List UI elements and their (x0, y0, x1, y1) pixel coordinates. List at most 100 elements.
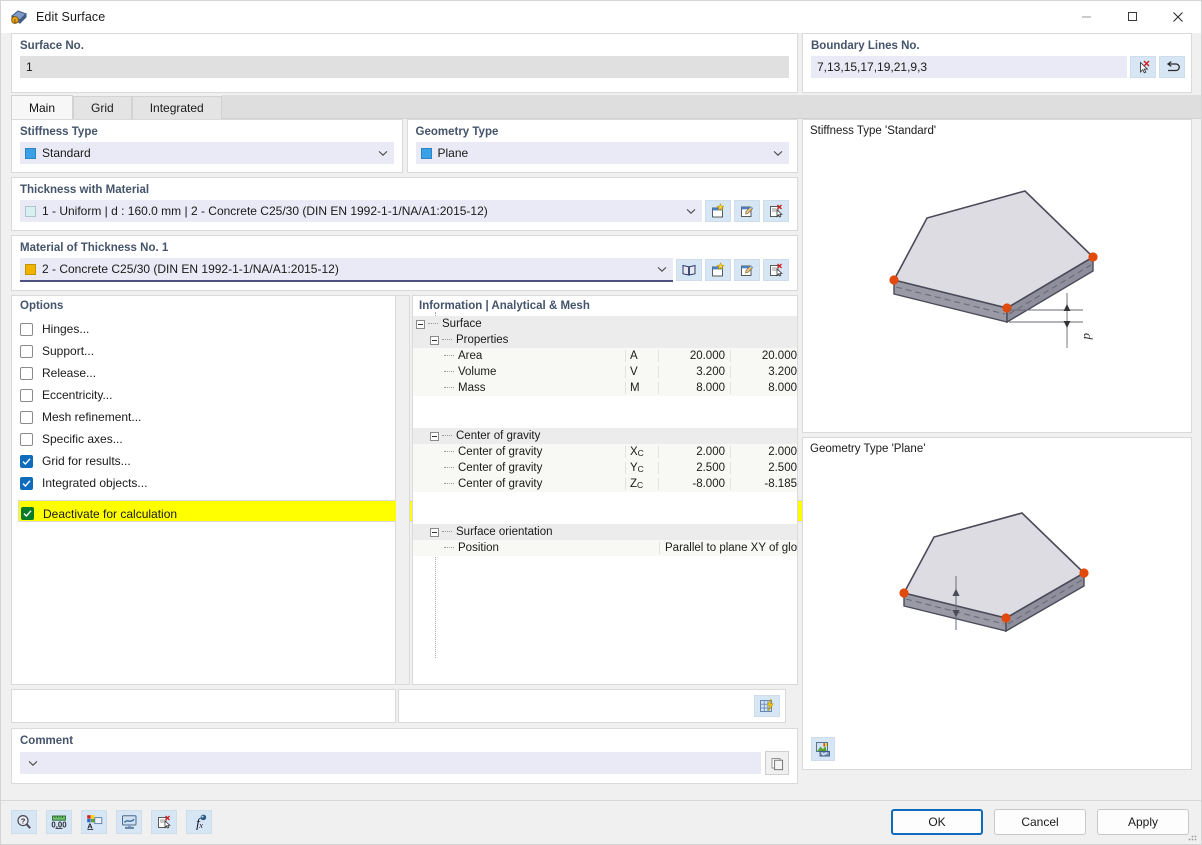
svg-text:x: x (198, 820, 203, 830)
geometry-type-select[interactable]: Plane (415, 142, 789, 164)
geometry-type-swatch (420, 147, 432, 159)
new-page-star-icon[interactable] (705, 200, 731, 222)
return-arrow-icon[interactable] (1159, 56, 1185, 78)
row-analytical: 2.000 (658, 446, 730, 458)
bottom-bar: ? 0,00 A f x OK Cancel Apply (1, 800, 1201, 844)
options-label: Options (20, 300, 64, 312)
checkbox[interactable] (20, 432, 33, 446)
comment-input[interactable] (20, 752, 761, 774)
tab-integrated[interactable]: Integrated (131, 96, 222, 119)
help-magnifier-icon[interactable]: ? (11, 810, 37, 834)
maximize-button[interactable] (1109, 1, 1155, 32)
apply-button-label: Apply (1127, 815, 1159, 829)
option-hinges[interactable]: Hinges... (20, 318, 387, 340)
tab-grid-label: Grid (91, 101, 114, 115)
collapse-icon[interactable] (430, 527, 439, 537)
book-icon[interactable] (676, 259, 702, 281)
surface-no-input[interactable] (20, 56, 789, 78)
units-ruler-icon[interactable]: 0,00 (46, 810, 72, 834)
options-footer-box (11, 689, 396, 723)
tree-dots (428, 323, 438, 325)
thickness-with-material-label: Thickness with Material (20, 184, 150, 196)
row-label: Area (458, 350, 483, 362)
checkbox[interactable] (20, 344, 33, 358)
checkbox[interactable] (20, 476, 33, 490)
information-footer-box (398, 689, 786, 723)
ok-button[interactable]: OK (891, 809, 983, 835)
option-support[interactable]: Support... (20, 340, 387, 362)
delete-page-icon[interactable] (763, 200, 789, 222)
chevron-down-icon (684, 208, 698, 215)
thickness-swatch (25, 205, 36, 217)
chevron-down-icon (376, 150, 390, 157)
row-label: Position (458, 542, 499, 554)
checkbox[interactable] (20, 388, 33, 402)
option-grid-for-results[interactable]: Grid for results... (20, 450, 387, 472)
dialog-body: Stiffness Type Standard Geometry Type Pl… (11, 119, 1201, 784)
delete-page-icon[interactable] (763, 259, 789, 281)
collapse-icon[interactable] (416, 319, 425, 329)
stiffness-preview-title: Stiffness Type 'Standard' (810, 125, 937, 137)
checkbox[interactable] (20, 410, 33, 424)
geometry-preview-graphic (899, 512, 1089, 633)
tab-main[interactable]: Main (11, 95, 74, 119)
grid-lightning-icon[interactable] (754, 695, 780, 717)
tree-node-surface[interactable]: Surface (413, 316, 797, 332)
collapse-icon[interactable] (430, 335, 439, 345)
copy-pages-icon[interactable] (765, 751, 789, 775)
stiffness-type-select[interactable]: Standard (20, 142, 394, 164)
option-eccentricity[interactable]: Eccentricity... (20, 384, 387, 406)
option-label: Support... (42, 344, 95, 358)
window-title: Edit Surface (36, 9, 106, 24)
tree-node-properties[interactable]: Properties (413, 332, 797, 348)
row-analytical: 20.000 (658, 350, 730, 362)
option-mesh-refinement[interactable]: Mesh refinement... (20, 406, 387, 428)
cancel-button[interactable]: Cancel (994, 809, 1086, 835)
edit-page-icon[interactable] (734, 200, 760, 222)
checkbox[interactable] (20, 322, 33, 336)
option-specific-axes[interactable]: Specific axes... (20, 428, 387, 450)
information-title: Information | Analytical & Mesh (419, 300, 590, 312)
tree-node-center-of-gravity[interactable]: Center of gravity (413, 428, 797, 444)
delete-page-icon[interactable] (151, 810, 177, 834)
material-of-thickness-select[interactable]: 2 - Concrete C25/30 (DIN EN 1992-1-1/NA/… (20, 258, 673, 282)
row-analytical: -8.000 (658, 478, 730, 490)
collapse-icon[interactable] (430, 431, 439, 441)
cursor-pick-icon[interactable] (1130, 56, 1156, 78)
new-page-star-icon[interactable] (705, 259, 731, 281)
row-position-value: Parallel to plane XY of global CS (659, 542, 797, 554)
boundary-lines-input[interactable] (811, 56, 1127, 78)
tab-grid[interactable]: Grid (73, 96, 132, 119)
minimize-button[interactable] (1063, 1, 1109, 32)
resize-grip[interactable] (1187, 831, 1197, 841)
checkbox[interactable] (20, 454, 33, 468)
svg-text:6: 6 (14, 19, 17, 25)
monitor-icon[interactable] (116, 810, 142, 834)
options-scrollbar[interactable] (396, 295, 410, 685)
table-row: Mass M 8.000 8.000 t (413, 380, 797, 396)
function-icon[interactable]: f x (186, 810, 212, 834)
option-label: Specific axes... (42, 432, 123, 446)
ok-button-label: OK (928, 815, 946, 829)
tree-node-label: Center of gravity (456, 430, 541, 442)
tree-node-label: Surface (442, 318, 482, 330)
close-button[interactable] (1155, 1, 1201, 32)
tree-node-surface-orientation[interactable]: Surface orientation (413, 524, 797, 540)
option-release[interactable]: Release... (20, 362, 387, 384)
row-analytical: 3.200 (658, 366, 730, 378)
option-label: Grid for results... (42, 454, 131, 468)
material-of-thickness-value: 2 - Concrete C25/30 (DIN EN 1992-1-1/NA/… (42, 262, 339, 276)
checkbox[interactable] (21, 507, 34, 520)
thickness-with-material-select[interactable]: 1 - Uniform | d : 160.0 mm | 2 - Concret… (20, 200, 702, 222)
display-properties-icon[interactable]: A (81, 810, 107, 834)
edit-page-icon[interactable] (734, 259, 760, 281)
image-settings-icon[interactable] (811, 737, 835, 761)
stiffness-type-label: Stiffness Type (20, 126, 98, 138)
apply-button[interactable]: Apply (1097, 809, 1189, 835)
checkbox[interactable] (20, 366, 33, 380)
table-row: Center of gravity YC 2.500 2.500 m (413, 460, 797, 476)
option-integrated-objects[interactable]: Integrated objects... (20, 472, 387, 494)
row-mesh: 3.200 (730, 366, 797, 378)
options-panel: Options Hinges... Support... Release... (11, 295, 805, 685)
chevron-down-icon (26, 760, 40, 767)
